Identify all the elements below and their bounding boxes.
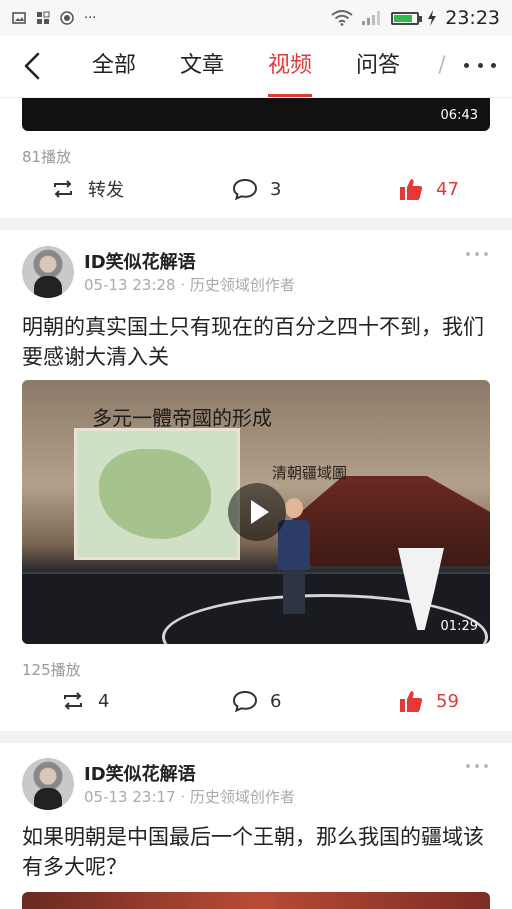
video-duration: 01:29 bbox=[440, 619, 478, 634]
thumbnail-caption: 多元一體帝國的形成 bbox=[92, 406, 272, 430]
video-duration: 06:43 bbox=[440, 108, 478, 123]
category-tabs: 全部 文章 视频 问答 / bbox=[70, 36, 462, 98]
tab-overflow[interactable]: / bbox=[422, 36, 462, 98]
signal-icon bbox=[362, 11, 381, 25]
comment-button[interactable]: 6 bbox=[232, 688, 281, 714]
post-header: ID笑似花解语 05-13 23:17 · 历史领域创作者 bbox=[22, 758, 490, 814]
play-icon[interactable] bbox=[228, 483, 286, 541]
share-label: 转发 bbox=[88, 180, 124, 201]
tab-videos[interactable]: 视频 bbox=[246, 36, 334, 98]
apps-icon bbox=[37, 11, 50, 24]
battery-icon bbox=[391, 11, 423, 25]
thumbs-up-icon bbox=[400, 179, 423, 200]
feed-divider bbox=[0, 218, 512, 230]
post-more-icon[interactable] bbox=[466, 252, 488, 256]
action-bar: 4 6 59 bbox=[0, 688, 512, 724]
like-count: 59 bbox=[436, 690, 459, 712]
like-button[interactable]: 59 bbox=[398, 688, 459, 714]
play-count: 81播放 bbox=[22, 148, 72, 166]
status-left-icons: ··· bbox=[12, 11, 96, 26]
more-options-icon[interactable] bbox=[460, 50, 500, 80]
status-more-dots: ··· bbox=[84, 10, 97, 26]
post-header: ID笑似花解语 05-13 23:28 · 历史领域创作者 bbox=[22, 246, 490, 302]
avatar[interactable] bbox=[22, 758, 74, 810]
image-icon bbox=[12, 12, 26, 24]
like-count: 47 bbox=[436, 178, 459, 200]
comment-count: 6 bbox=[270, 690, 282, 712]
post-title[interactable]: 如果明朝是中国最后一个王朝，那么我国的疆域该有多大呢？ bbox=[22, 822, 490, 882]
action-bar: 转发 3 47 bbox=[0, 176, 512, 212]
tab-all[interactable]: 全部 bbox=[70, 36, 158, 98]
nav-bar: 全部 文章 视频 问答 / bbox=[0, 36, 512, 98]
tab-articles[interactable]: 文章 bbox=[158, 36, 246, 98]
feed-divider bbox=[0, 731, 512, 743]
thumbnail-map-image bbox=[74, 428, 240, 560]
status-time: 23:23 bbox=[445, 7, 500, 29]
avatar[interactable] bbox=[22, 246, 74, 298]
post-title[interactable]: 明朝的真实国土只有现在的百分之四十不到，我们要感谢大清入关 bbox=[22, 312, 490, 372]
repost-icon bbox=[64, 692, 82, 710]
comment-count: 3 bbox=[270, 178, 282, 200]
status-right: 23:23 bbox=[331, 7, 500, 29]
back-icon[interactable] bbox=[18, 51, 48, 81]
author-name[interactable]: ID笑似花解语 bbox=[84, 760, 196, 786]
share-button[interactable]: 转发 bbox=[50, 176, 124, 202]
repost-icon bbox=[54, 180, 72, 198]
share-count: 4 bbox=[98, 690, 110, 712]
post-meta: 05-13 23:28 · 历史领域创作者 bbox=[84, 276, 295, 294]
status-bar: ··· 23:23 bbox=[0, 0, 512, 36]
author-name[interactable]: ID笑似花解语 bbox=[84, 248, 196, 274]
post-more-icon[interactable] bbox=[466, 764, 488, 768]
comment-icon bbox=[232, 690, 258, 713]
post-meta: 05-13 23:17 · 历史领域创作者 bbox=[84, 788, 295, 806]
comment-button[interactable]: 3 bbox=[232, 176, 281, 202]
video-thumbnail[interactable] bbox=[22, 892, 490, 909]
video-thumbnail[interactable]: 06:43 bbox=[22, 98, 490, 131]
like-button[interactable]: 47 bbox=[398, 176, 459, 202]
record-icon bbox=[60, 11, 74, 25]
tab-qa[interactable]: 问答 bbox=[334, 36, 422, 98]
charging-icon bbox=[428, 10, 437, 26]
video-thumbnail[interactable]: 多元一體帝國的形成 清朝疆域圖 01:29 bbox=[22, 380, 490, 644]
comment-icon bbox=[232, 178, 258, 201]
thumbs-up-icon bbox=[400, 691, 423, 712]
play-count: 125播放 bbox=[22, 661, 81, 679]
share-button[interactable]: 4 bbox=[60, 688, 109, 714]
thumbnail-caption: 清朝疆域圖 bbox=[272, 464, 348, 482]
wifi-icon bbox=[331, 10, 353, 26]
